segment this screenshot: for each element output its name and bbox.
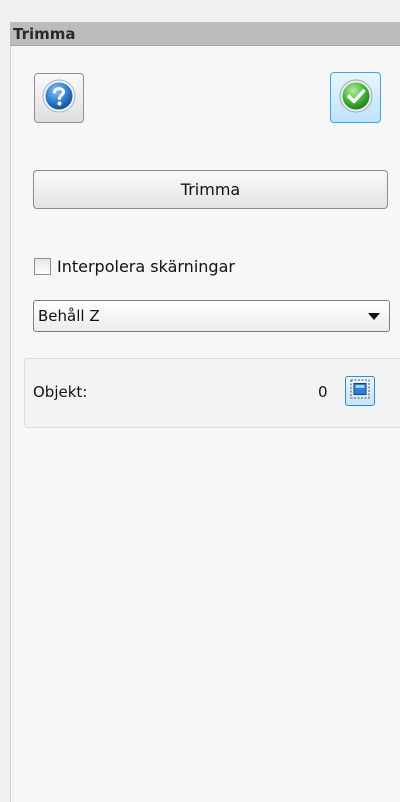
trim-button-label: Trimma bbox=[180, 180, 241, 199]
ok-button[interactable] bbox=[330, 72, 381, 123]
objects-label: Objekt: bbox=[33, 383, 88, 401]
question-mark-icon bbox=[41, 78, 77, 118]
green-check-icon bbox=[338, 78, 374, 118]
chevron-down-icon bbox=[368, 313, 380, 320]
select-objects-icon bbox=[350, 379, 370, 403]
trim-button[interactable]: Trimma bbox=[33, 170, 388, 209]
help-button[interactable] bbox=[34, 73, 84, 123]
interpolate-checkbox[interactable] bbox=[34, 257, 51, 275]
z-mode-value: Behåll Z bbox=[38, 307, 100, 325]
panel-title-bar: Trimma bbox=[10, 22, 400, 46]
select-objects-button[interactable] bbox=[345, 376, 375, 406]
objects-count: 0 bbox=[318, 383, 328, 401]
interpolate-option[interactable]: Interpolera skärningar bbox=[34, 256, 235, 276]
panel-title: Trimma bbox=[13, 25, 76, 43]
z-mode-dropdown[interactable]: Behåll Z bbox=[33, 300, 390, 332]
interpolate-label: Interpolera skärningar bbox=[57, 256, 235, 276]
